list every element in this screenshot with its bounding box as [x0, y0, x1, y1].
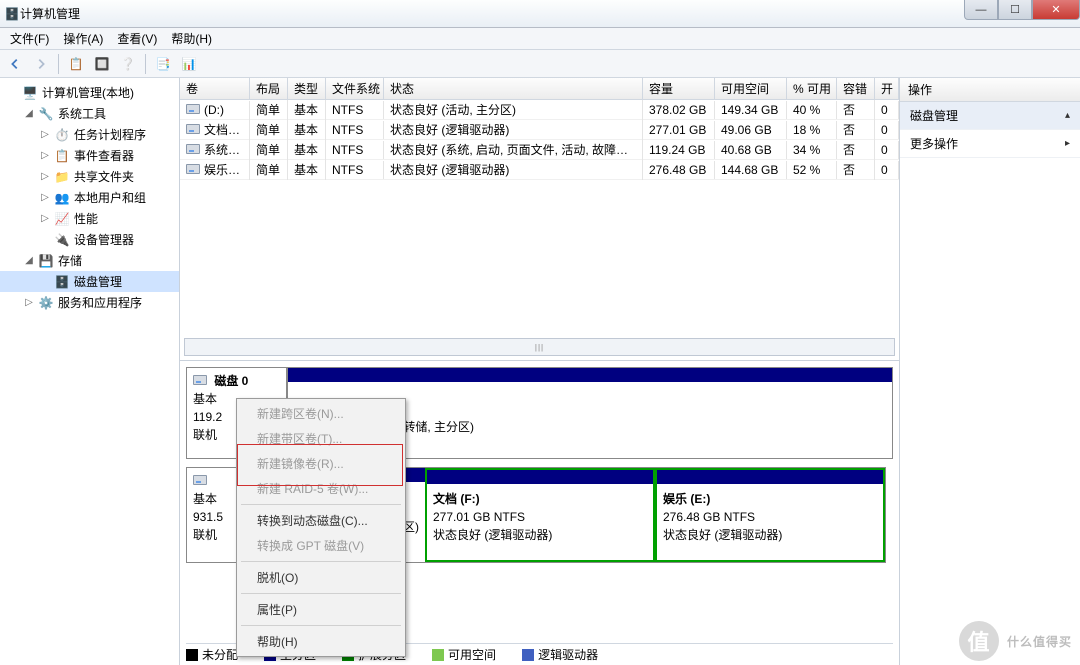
disk-icon	[193, 375, 207, 385]
col-capacity[interactable]: 容量	[643, 78, 715, 99]
tree-storage[interactable]: ◢💾存储	[0, 250, 179, 271]
disk-1-partition-f[interactable]: 文档 (F:) 277.01 GB NTFS 状态良好 (逻辑驱动器)	[425, 468, 655, 562]
back-button[interactable]	[4, 53, 26, 75]
volume-row[interactable]: 系统 (C:)简单基本NTFS状态良好 (系统, 启动, 页面文件, 活动, 故…	[180, 140, 899, 160]
forward-button[interactable]	[30, 53, 52, 75]
horizontal-scrollbar[interactable]	[184, 338, 895, 356]
menubar: 文件(F) 操作(A) 查看(V) 帮助(H)	[0, 28, 1080, 50]
minimize-button[interactable]: ―	[964, 0, 998, 20]
toolbar-btn-2[interactable]: 🔲	[91, 53, 113, 75]
partition-e-title: 娱乐 (E:)	[663, 492, 710, 506]
nav-tree[interactable]: 🖥️计算机管理(本地) ◢🔧系统工具 ▷⏱️任务计划程序 ▷📋事件查看器 ▷📁共…	[0, 78, 180, 665]
volume-row[interactable]: (D:)简单基本NTFS状态良好 (活动, 主分区)378.02 GB149.3…	[180, 100, 899, 120]
tree-shared-folders[interactable]: ▷📁共享文件夹	[0, 166, 179, 187]
tree-performance[interactable]: ▷📈性能	[0, 208, 179, 229]
menu-view[interactable]: 查看(V)	[111, 28, 163, 49]
tree-local-users[interactable]: ▷👥本地用户和组	[0, 187, 179, 208]
col-fault[interactable]: 容错	[837, 78, 875, 99]
maximize-button[interactable]: ☐	[998, 0, 1032, 20]
app-icon: 🗄️	[4, 6, 20, 22]
ctx-new-mirror[interactable]: 新建镜像卷(R)...	[239, 451, 403, 476]
tree-task-scheduler[interactable]: ▷⏱️任务计划程序	[0, 124, 179, 145]
tree-root[interactable]: 🖥️计算机管理(本地)	[0, 82, 179, 103]
col-pct[interactable]: % 可用	[787, 78, 837, 99]
toolbar-btn-3[interactable]: ❔	[117, 53, 139, 75]
volume-list-header[interactable]: 卷 布局 类型 文件系统 状态 容量 可用空间 % 可用 容错 开	[180, 78, 899, 100]
actions-more[interactable]: 更多操作▸	[900, 130, 1080, 158]
actions-disk-mgmt[interactable]: 磁盘管理▴	[900, 102, 1080, 130]
ctx-to-dynamic[interactable]: 转换到动态磁盘(C)...	[239, 508, 403, 533]
col-fs[interactable]: 文件系统	[326, 78, 384, 99]
volume-row[interactable]: 娱乐 (E:)简单基本NTFS状态良好 (逻辑驱动器)276.48 GB144.…	[180, 160, 899, 180]
col-type[interactable]: 类型	[288, 78, 326, 99]
partition-f-title: 文档 (F:)	[433, 492, 480, 506]
window-controls: ― ☐ ✕	[964, 0, 1080, 20]
watermark-text: 什么值得买	[1007, 633, 1072, 650]
ctx-new-striped[interactable]: 新建带区卷(T)...	[239, 426, 403, 451]
disk-icon	[193, 475, 207, 485]
window-title: 计算机管理	[20, 5, 80, 22]
volume-row[interactable]: 文档 (F:)简单基本NTFS状态良好 (逻辑驱动器)277.01 GB49.0…	[180, 120, 899, 140]
col-status[interactable]: 状态	[384, 78, 643, 99]
toolbar-btn-5[interactable]: 📊	[178, 53, 200, 75]
col-free[interactable]: 可用空间	[715, 78, 787, 99]
tree-device-manager[interactable]: 🔌设备管理器	[0, 229, 179, 250]
ctx-new-spanned[interactable]: 新建跨区卷(N)...	[239, 401, 403, 426]
ctx-properties[interactable]: 属性(P)	[239, 597, 403, 622]
tree-services-apps[interactable]: ▷⚙️服务和应用程序	[0, 292, 179, 313]
menu-action[interactable]: 操作(A)	[57, 28, 109, 49]
titlebar: 🗄️ 计算机管理 ― ☐ ✕	[0, 0, 1080, 28]
context-menu[interactable]: 新建跨区卷(N)... 新建带区卷(T)... 新建镜像卷(R)... 新建 R…	[236, 398, 406, 657]
actions-header: 操作	[900, 78, 1080, 102]
ctx-new-raid5[interactable]: 新建 RAID-5 卷(W)...	[239, 476, 403, 501]
col-layout[interactable]: 布局	[250, 78, 288, 99]
toolbar-btn-1[interactable]: 📋	[65, 53, 87, 75]
tree-system-tools[interactable]: ◢🔧系统工具	[0, 103, 179, 124]
toolbar: 📋 🔲 ❔ 📑 📊	[0, 50, 1080, 78]
watermark-icon: 值	[959, 621, 999, 661]
actions-pane: 操作 磁盘管理▴ 更多操作▸	[900, 78, 1080, 665]
toolbar-btn-4[interactable]: 📑	[152, 53, 174, 75]
tree-event-viewer[interactable]: ▷📋事件查看器	[0, 145, 179, 166]
ctx-to-gpt[interactable]: 转换成 GPT 磁盘(V)	[239, 533, 403, 558]
close-button[interactable]: ✕	[1032, 0, 1080, 20]
tree-disk-management[interactable]: 🗄️磁盘管理	[0, 271, 179, 292]
ctx-offline[interactable]: 脱机(O)	[239, 565, 403, 590]
col-overhead[interactable]: 开	[875, 78, 899, 99]
menu-file[interactable]: 文件(F)	[4, 28, 55, 49]
ctx-help[interactable]: 帮助(H)	[239, 629, 403, 654]
menu-help[interactable]: 帮助(H)	[165, 28, 218, 49]
col-volume[interactable]: 卷	[180, 78, 250, 99]
volume-list[interactable]: (D:)简单基本NTFS状态良好 (活动, 主分区)378.02 GB149.3…	[180, 100, 899, 360]
disk-1-partition-e[interactable]: 娱乐 (E:) 276.48 GB NTFS 状态良好 (逻辑驱动器)	[655, 468, 885, 562]
watermark: 值 什么值得买	[959, 621, 1072, 661]
